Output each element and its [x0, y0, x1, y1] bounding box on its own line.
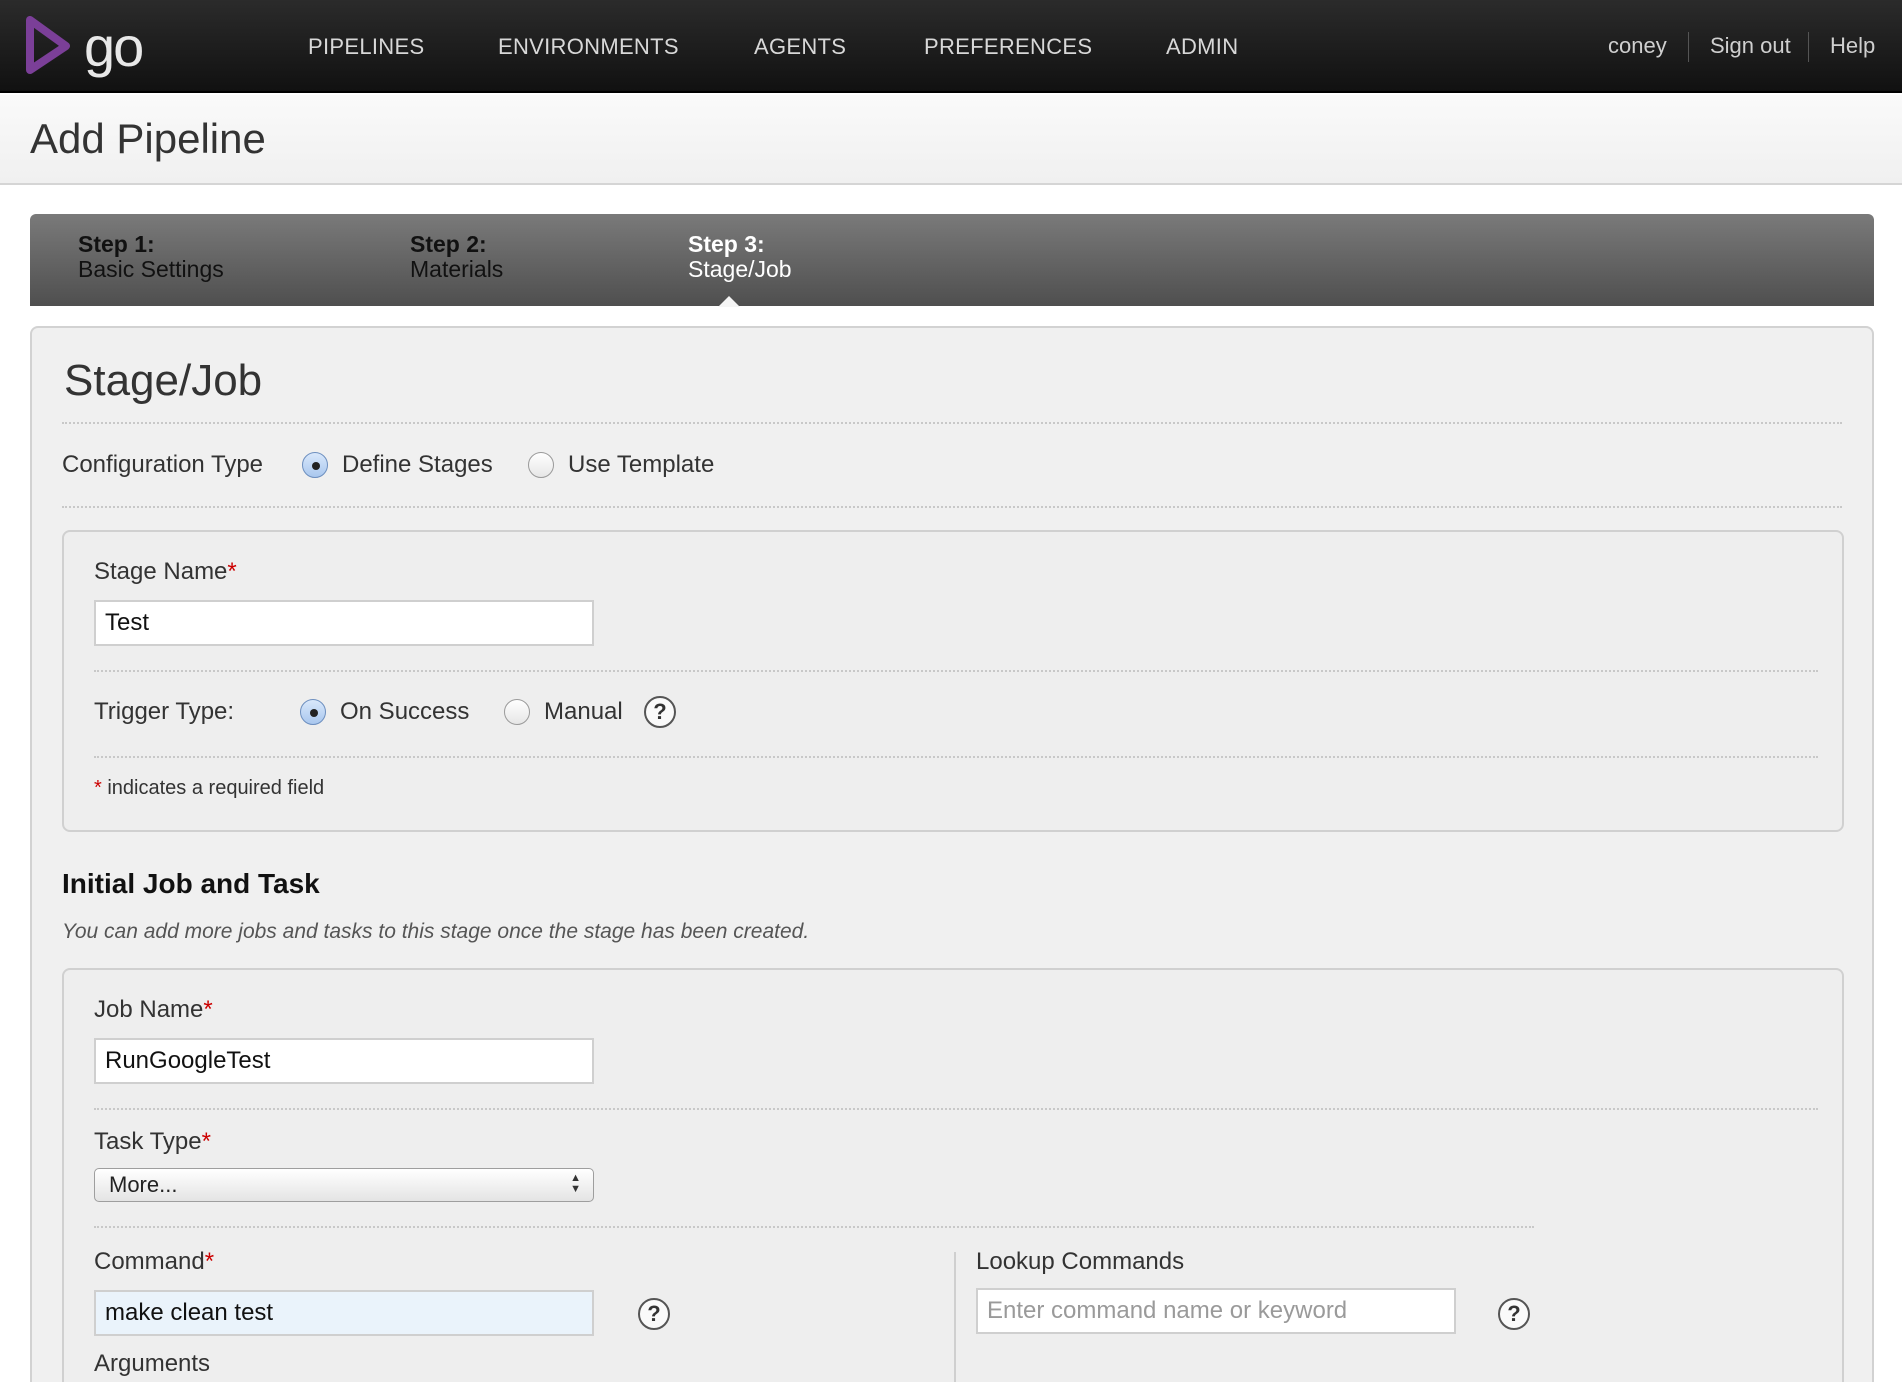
step-number: Step 3: — [688, 231, 765, 257]
divider — [62, 422, 1842, 424]
trigger-type-label: Trigger Type: — [94, 698, 235, 725]
step-number: Step 2: — [410, 231, 487, 257]
use-template-label[interactable]: Use Template — [568, 451, 714, 479]
command-input[interactable]: make clean test — [94, 1290, 594, 1336]
lookup-commands-label: Lookup Commands — [976, 1248, 1185, 1275]
job-task-box: Job Name* RunGoogleTest Task Type* More.… — [62, 968, 1844, 1382]
on-success-label[interactable]: On Success — [340, 698, 469, 726]
page-title: Add Pipeline — [30, 115, 266, 162]
initial-job-heading: Initial Job and Task — [62, 868, 320, 899]
required-field-note: * indicates a required field — [94, 777, 325, 799]
radio-on-success[interactable] — [300, 699, 326, 725]
divider — [62, 506, 1842, 508]
nav-separator — [1808, 32, 1809, 62]
job-name-label: Job Name* — [94, 996, 213, 1023]
wizard-steps: Step 1: Basic Settings Step 2: Materials… — [30, 214, 1874, 307]
initial-job-note: You can add more jobs and tasks to this … — [62, 920, 810, 943]
stage-name-input[interactable]: Test — [94, 600, 594, 646]
task-type-label: Task Type* — [94, 1128, 211, 1155]
nav-pipelines[interactable]: PIPELINES — [308, 34, 424, 60]
nav-admin[interactable]: ADMIN — [1166, 34, 1238, 60]
select-arrows-icon: ▲ ▼ — [570, 1172, 581, 1195]
divider — [94, 756, 1818, 758]
command-label: Command* — [94, 1248, 215, 1275]
divider — [94, 670, 1818, 672]
active-step-pointer — [718, 296, 740, 307]
nav-separator — [1688, 32, 1689, 62]
top-navigation-bar: go PIPELINES ENVIRONMENTS AGENTS PREFERE… — [0, 0, 1902, 93]
nav-environments[interactable]: ENVIRONMENTS — [498, 34, 679, 60]
help-link[interactable]: Help — [1830, 33, 1875, 59]
nav-agents[interactable]: AGENTS — [754, 34, 846, 60]
lookup-help-icon[interactable]: ? — [1498, 1298, 1530, 1330]
stage-settings-box: Stage Name* Test Trigger Type: On Succes… — [62, 530, 1844, 832]
step-label: Materials — [410, 256, 504, 282]
trigger-help-icon[interactable]: ? — [644, 696, 676, 728]
define-stages-label[interactable]: Define Stages — [342, 451, 493, 479]
config-type-label: Configuration Type — [62, 451, 264, 478]
nav-preferences[interactable]: PREFERENCES — [924, 34, 1092, 60]
section-title: Stage/Job — [64, 356, 263, 405]
step-number: Step 1: — [78, 231, 155, 257]
go-logo[interactable]: go — [26, 15, 166, 78]
radio-define-stages[interactable] — [302, 452, 328, 478]
job-name-input[interactable]: RunGoogleTest — [94, 1038, 594, 1084]
radio-use-template[interactable] — [528, 452, 554, 478]
stage-name-label: Stage Name* — [94, 558, 237, 585]
lookup-command-input[interactable]: Enter command name or keyword — [976, 1288, 1456, 1334]
manual-label[interactable]: Manual — [544, 698, 623, 726]
step-label: Basic Settings — [78, 256, 224, 282]
task-type-value: More... — [109, 1172, 178, 1197]
step-basic-settings[interactable]: Step 1: Basic Settings — [78, 232, 224, 282]
step-materials[interactable]: Step 2: Materials — [410, 232, 503, 282]
command-help-icon[interactable]: ? — [638, 1298, 670, 1330]
column-divider — [954, 1252, 956, 1382]
current-user-link[interactable]: coney — [1608, 33, 1667, 59]
step-stage-job[interactable]: Step 3: Stage/Job — [688, 232, 792, 282]
step-label: Stage/Job — [688, 256, 792, 282]
divider — [94, 1226, 1534, 1228]
brand-name: go — [84, 15, 144, 78]
arguments-label: Arguments — [94, 1350, 211, 1377]
stage-job-panel: Stage/Job Configuration Type Define Stag… — [30, 326, 1874, 1382]
radio-manual[interactable] — [504, 699, 530, 725]
play-logo-icon — [26, 16, 70, 74]
divider — [94, 1108, 1818, 1110]
page-header: Add Pipeline — [0, 95, 1902, 185]
task-type-select[interactable]: More... ▲ ▼ — [94, 1168, 594, 1202]
sign-out-link[interactable]: Sign out — [1710, 33, 1791, 59]
